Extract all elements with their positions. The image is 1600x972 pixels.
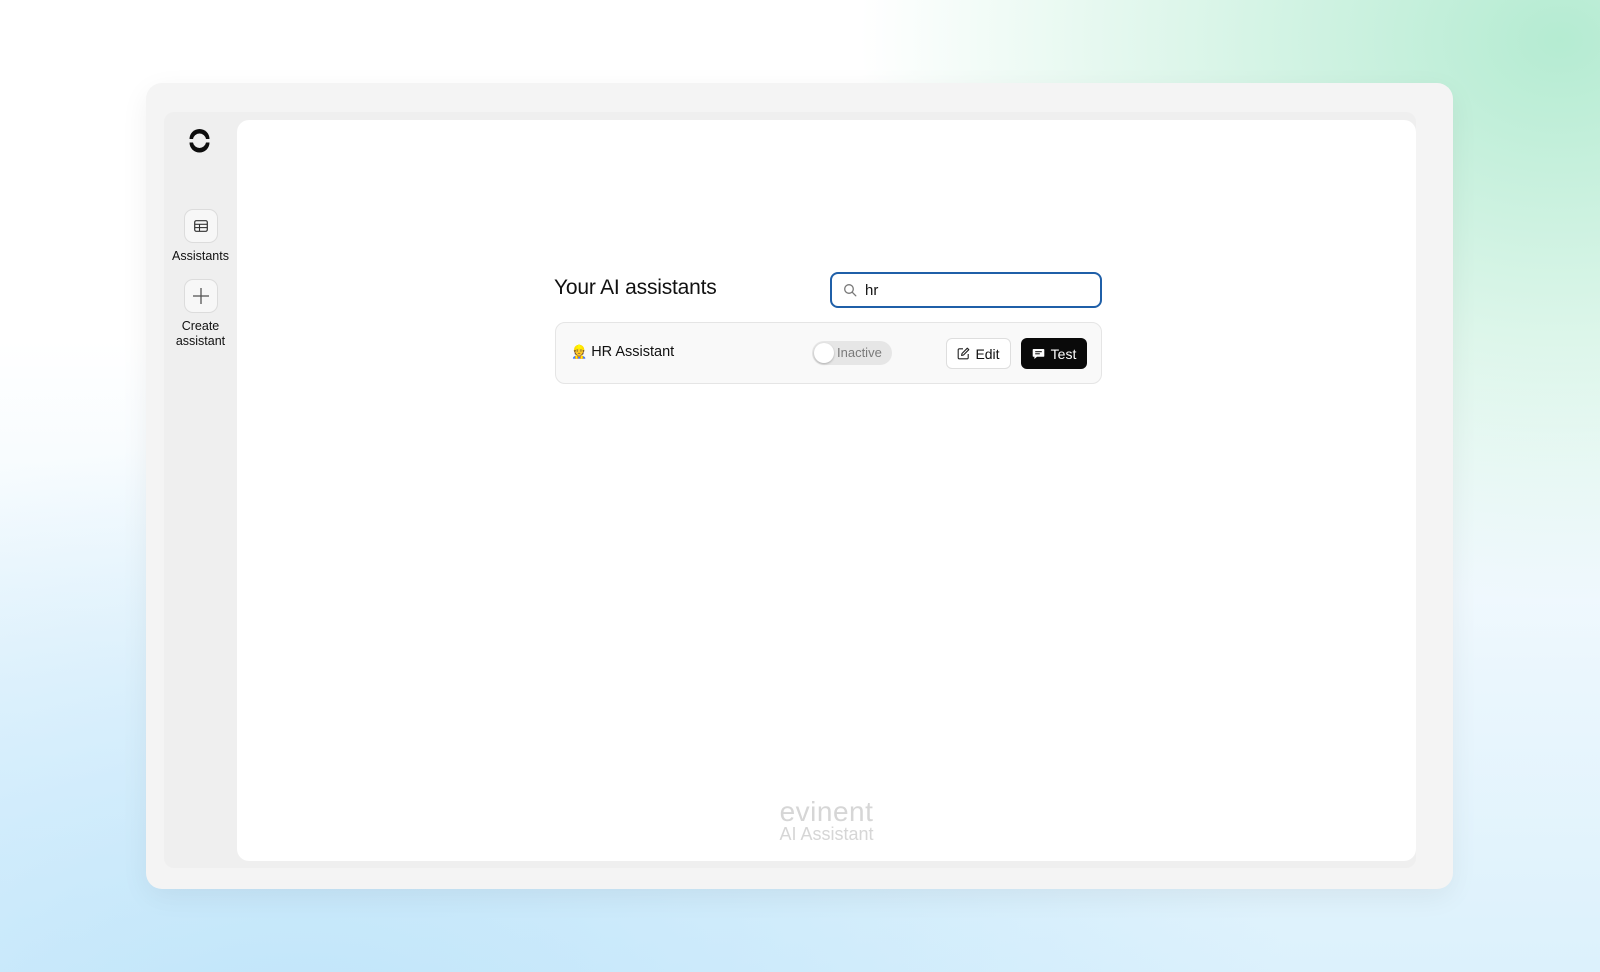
assistant-emoji-icon: 👷 [571, 344, 588, 359]
sidebar-item-assistants-icon-box [183, 209, 218, 243]
page-title: Your AI assistants [554, 276, 717, 299]
assistant-name: 👷 HR Assistant [571, 344, 674, 360]
search-icon [844, 284, 857, 297]
app-window: Assistants Create assistant Your AI assi… [164, 112, 1416, 868]
table-icon [193, 220, 208, 232]
plus-icon [192, 288, 209, 304]
test-button-label: Test [1050, 345, 1077, 362]
evinent-logo-icon[interactable] [186, 126, 213, 153]
sidebar-item-label: Create assistant [175, 319, 226, 348]
sidebar-item-create-assistant[interactable]: Create assistant [164, 279, 237, 349]
sidebar-item-create-icon-box [183, 279, 218, 313]
test-button[interactable]: Test [1021, 338, 1087, 369]
edit-button[interactable]: Edit [946, 338, 1011, 369]
brand-name: evinent [779, 796, 874, 827]
sidebar: Assistants Create assistant [164, 112, 237, 868]
assistant-name-label: HR Assistant [591, 344, 675, 360]
main-content: Your AI assistants 👷 HR Assistant Inacti… [237, 120, 1416, 861]
toggle-knob [814, 343, 834, 363]
search-input[interactable] [865, 281, 1085, 299]
sidebar-item-label: Assistants [172, 249, 229, 263]
search-box[interactable] [830, 272, 1102, 308]
chat-icon [1032, 348, 1044, 359]
status-label: Inactive [837, 345, 882, 360]
sidebar-item-assistants[interactable]: Assistants [164, 209, 237, 264]
assistant-row: 👷 HR Assistant Inactive Edit Test [555, 322, 1102, 384]
brand-subtitle: AI Assistant [779, 824, 874, 844]
status-toggle[interactable]: Inactive [812, 341, 892, 365]
edit-icon [958, 347, 970, 360]
brand-footer: evinent AI Assistant [237, 796, 1416, 845]
outer-frame: Assistants Create assistant Your AI assi… [146, 83, 1453, 889]
edit-button-label: Edit [975, 345, 1000, 362]
